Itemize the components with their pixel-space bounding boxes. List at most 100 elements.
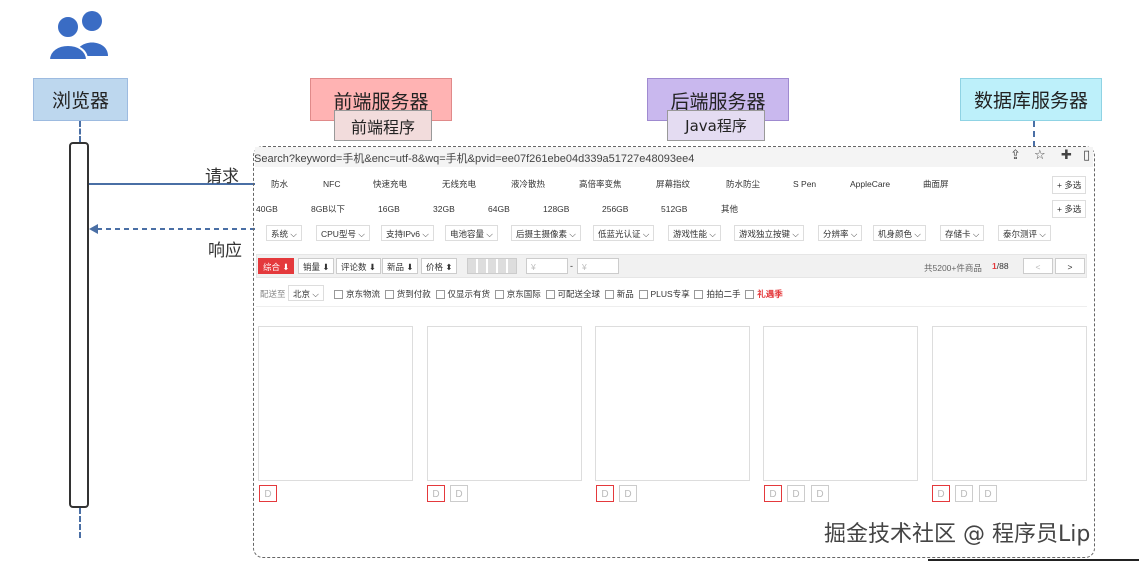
thumbnail-icon[interactable]: D	[932, 485, 950, 502]
ship-option[interactable]: 新品	[604, 289, 634, 300]
sort-sales-button[interactable]: 销量 ⬇	[298, 258, 335, 274]
address-bar-url[interactable]: Search?keyword=手机&enc=utf-8&wq=手机&pvid=e…	[254, 150, 694, 166]
product-card[interactable]	[258, 326, 413, 481]
ship-option[interactable]: PLUS专享	[638, 289, 690, 300]
price-to-input[interactable]: ¥	[577, 258, 619, 274]
browser-box: 浏览器	[33, 78, 128, 121]
region-select[interactable]: 北京 ⌵	[288, 285, 324, 301]
ship-option[interactable]: 可配送全球	[545, 289, 600, 300]
page-total: /88	[996, 261, 1009, 271]
browser-lifeline-top	[79, 121, 81, 142]
memory-filter-row: 40GB 8GB以下 16GB 32GB 64GB 128GB 256GB 51…	[256, 202, 1091, 216]
filter-option[interactable]: 防水防尘	[726, 178, 760, 190]
price-from-input[interactable]: ¥	[526, 258, 568, 274]
thumbnail-icon[interactable]: D	[979, 485, 997, 502]
ship-option[interactable]: 京东国际	[494, 289, 541, 300]
filter-option[interactable]: S Pen	[793, 179, 816, 189]
ship-option[interactable]: 货到付款	[384, 289, 431, 300]
divider	[256, 306, 1087, 307]
response-arrow	[89, 224, 255, 234]
view-toggle-icon[interactable]	[467, 258, 517, 274]
filter-option[interactable]: 高倍率变焦	[579, 178, 622, 190]
browser-lifeline-bottom	[79, 508, 81, 538]
share-icon[interactable]: ⇪	[1010, 147, 1021, 163]
product-card[interactable]	[595, 326, 750, 481]
filter-option[interactable]: 16GB	[378, 204, 400, 214]
filter-option[interactable]: 256GB	[602, 204, 628, 214]
ship-option[interactable]: 京东物流	[334, 289, 380, 300]
database-server-label: 数据库服务器	[973, 90, 1088, 112]
filter-option[interactable]: 无线充电	[442, 178, 476, 190]
prev-page-button[interactable]: <	[1023, 258, 1053, 274]
request-label: 请求	[205, 167, 239, 187]
thumbnail-icon[interactable]: D	[955, 485, 973, 502]
filter-dropdown[interactable]: 分辨率 ⌵	[818, 225, 863, 241]
filter-option[interactable]: 128GB	[543, 204, 569, 214]
filter-dropdown[interactable]: 存储卡 ⌵	[940, 225, 985, 241]
thumbnail-icon[interactable]: D	[811, 485, 829, 502]
filter-dropdown[interactable]: 游戏性能 ⌵	[668, 225, 721, 241]
filter-option[interactable]: 快速充电	[373, 178, 407, 190]
filter-dropdown[interactable]: 电池容量 ⌵	[445, 225, 498, 241]
filter-option[interactable]: 液冷散热	[511, 178, 545, 190]
price-range-dash: -	[570, 261, 573, 271]
java-program-box: Java程序	[667, 110, 765, 141]
product-card[interactable]	[427, 326, 582, 481]
thumbnail-icon[interactable]: D	[427, 485, 445, 502]
sort-price-button[interactable]: 价格 ⬍	[421, 258, 458, 274]
feature-filter-row: 防水 NFC 快速充电 无线充电 液冷散热 高倍率变焦 屏幕指纹 防水防尘 S …	[256, 177, 1091, 191]
thumbnail-icon[interactable]: D	[259, 485, 277, 502]
sort-comments-button[interactable]: 评论数 ⬇	[336, 258, 381, 274]
ship-option-highlight[interactable]: 礼遇季	[745, 289, 783, 300]
sidebar-icon[interactable]: ▯	[1083, 147, 1090, 163]
filter-option[interactable]: 32GB	[433, 204, 455, 214]
filter-dropdown[interactable]: CPU型号 ⌵	[316, 225, 370, 241]
filter-option[interactable]: 40GB	[256, 204, 278, 214]
filter-dropdown[interactable]: 游戏独立按键 ⌵	[734, 225, 804, 241]
filter-option[interactable]: 8GB以下	[311, 203, 345, 215]
multi-select-button[interactable]: + 多选	[1052, 176, 1087, 194]
browser-activation-bar	[69, 142, 89, 508]
frontend-program-box: 前端程序	[334, 110, 432, 141]
bottom-line	[928, 559, 1139, 561]
filter-option[interactable]: 512GB	[661, 204, 687, 214]
ship-option[interactable]: 仅显示有货	[435, 289, 490, 300]
thumbnail-icon[interactable]: D	[619, 485, 637, 502]
database-server-box: 数据库服务器	[960, 78, 1102, 121]
filter-option[interactable]: NFC	[323, 179, 340, 189]
users-icon	[48, 11, 108, 61]
filter-dropdown[interactable]: 支持IPv6 ⌵	[381, 225, 434, 241]
filter-dropdown[interactable]: 低蓝光认证 ⌵	[593, 225, 655, 241]
thumbnail-icon[interactable]: D	[450, 485, 468, 502]
star-icon[interactable]: ☆	[1034, 147, 1046, 163]
filter-dropdown[interactable]: 后摄主摄像素 ⌵	[511, 225, 581, 241]
pagination-status: 1/88	[992, 261, 1009, 271]
filter-option[interactable]: 屏幕指纹	[656, 178, 690, 190]
ship-option[interactable]: 拍拍二手	[694, 289, 740, 300]
sort-comprehensive-button[interactable]: 综合 ⬇	[258, 258, 295, 274]
multi-select-button[interactable]: + 多选	[1052, 200, 1087, 218]
extension-icon[interactable]: ✚	[1061, 147, 1072, 163]
result-count: 共5200+件商品	[924, 263, 982, 273]
database-lifeline	[1033, 121, 1035, 147]
response-label: 响应	[208, 241, 242, 261]
sort-new-button[interactable]: 新品 ⬇	[382, 258, 419, 274]
filter-option[interactable]: 其他	[721, 203, 738, 215]
product-card[interactable]	[932, 326, 1087, 481]
frontend-program-label: 前端程序	[350, 117, 415, 137]
product-card[interactable]	[763, 326, 918, 481]
filter-dropdown[interactable]: 泰尔测评 ⌵	[998, 225, 1051, 241]
filter-dropdown[interactable]: 机身颜色 ⌵	[873, 225, 926, 241]
filter-option[interactable]: 防水	[271, 178, 288, 190]
thumbnail-icon[interactable]: D	[787, 485, 805, 502]
ship-options: 京东物流 货到付款 仅显示有货 京东国际 可配送全球 新品 PLUS专享 拍拍二…	[334, 288, 783, 300]
filter-dropdown[interactable]: 系统 ⌵	[266, 225, 302, 241]
filter-option[interactable]: 曲面屏	[923, 178, 949, 190]
watermark: 掘金技术社区 @ 程序员Lip	[824, 522, 1091, 547]
thumbnail-icon[interactable]: D	[764, 485, 782, 502]
next-page-button[interactable]: >	[1055, 258, 1085, 274]
ship-to-label: 配送至	[260, 289, 286, 299]
thumbnail-icon[interactable]: D	[596, 485, 614, 502]
filter-option[interactable]: 64GB	[488, 204, 510, 214]
filter-option[interactable]: AppleCare	[850, 179, 890, 189]
